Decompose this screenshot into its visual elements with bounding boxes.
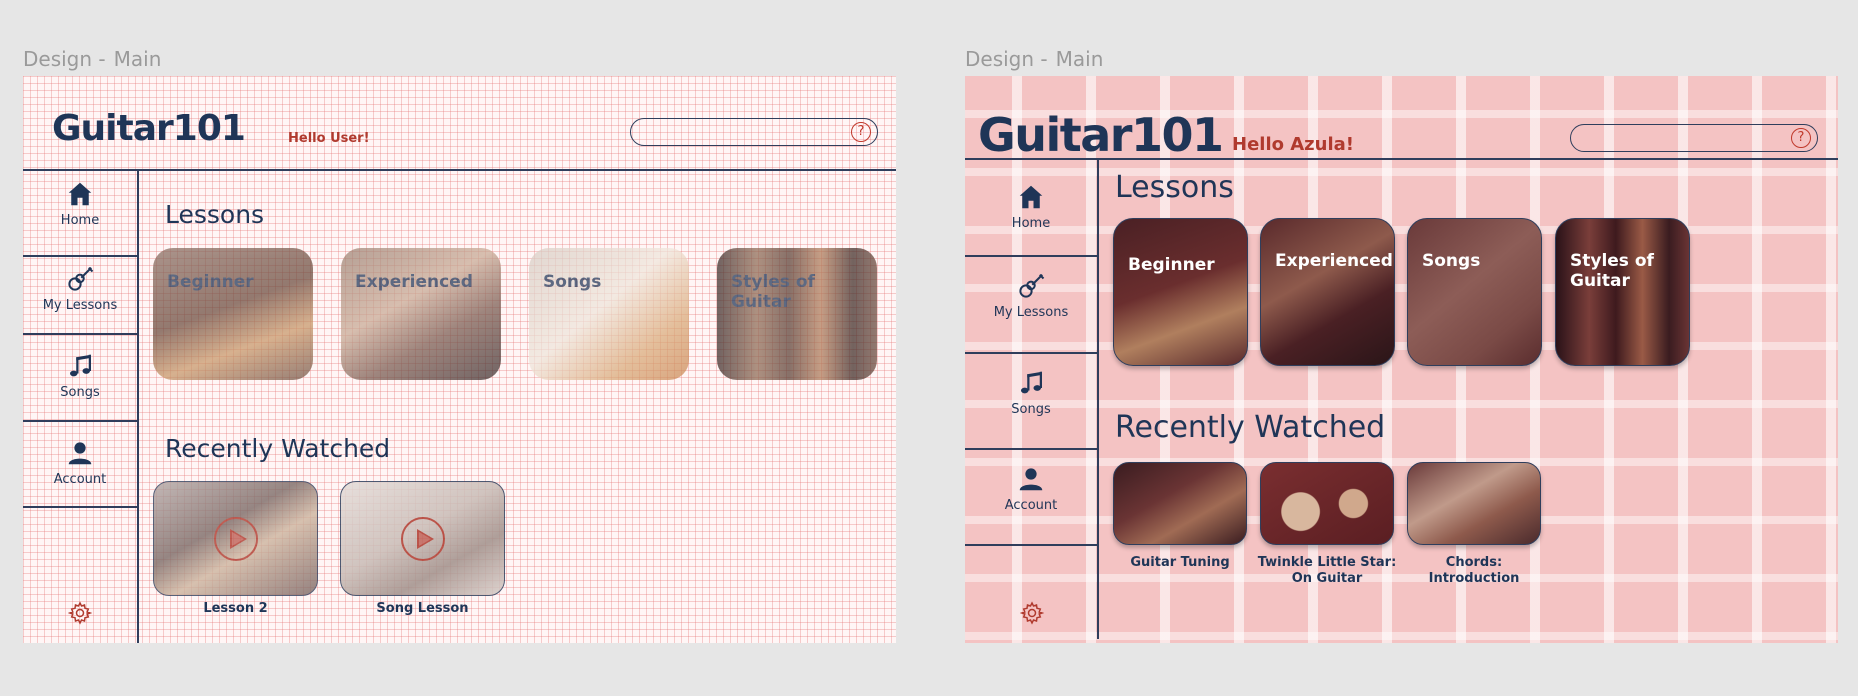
search-input[interactable]: ? — [1570, 124, 1818, 152]
play-icon[interactable] — [400, 516, 445, 561]
lesson-card-label: Styles of Guitar — [731, 272, 815, 312]
frame-label-a: Design - Main — [23, 47, 161, 71]
nav-divider — [23, 420, 137, 422]
lesson-card-label: Beginner — [1128, 255, 1215, 275]
frame-label-name: Main — [1055, 47, 1104, 71]
help-icon[interactable]: ? — [1791, 128, 1811, 148]
app-logo[interactable]: Guitar101 — [52, 108, 246, 149]
recent-video-caption: Guitar Tuning — [1130, 555, 1230, 570]
frame-label-prefix: Design - — [23, 47, 106, 71]
sidebar-item-account[interactable]: Account — [965, 464, 1097, 513]
sidebar-item-my-lessons[interactable]: My Lessons — [965, 271, 1097, 320]
frame-label-name: Main — [113, 47, 162, 71]
lesson-card-label: Experienced — [355, 272, 473, 292]
sidebar-item-label: Account — [53, 472, 107, 487]
app-logo[interactable]: Guitar101 — [978, 108, 1224, 162]
nav-divider — [23, 333, 137, 335]
nav-divider — [965, 255, 1097, 257]
sidebar-item-label: Home — [1011, 216, 1051, 231]
header-divider — [23, 169, 896, 171]
sidebar-item-label: Account — [1004, 498, 1058, 513]
guitar-icon — [1019, 274, 1045, 298]
play-icon[interactable] — [213, 516, 258, 561]
user-icon — [68, 442, 92, 465]
lesson-card-experienced[interactable]: Experienced — [341, 248, 501, 380]
lesson-card-beginner[interactable]: Beginner — [153, 248, 313, 380]
sidebar-item-songs[interactable]: Songs — [965, 368, 1097, 417]
lesson-card-styles[interactable]: Styles of Guitar — [717, 248, 877, 380]
sidebar-item-label: My Lessons — [42, 298, 118, 313]
gear-icon[interactable] — [68, 601, 92, 625]
sidebar-item-label: Home — [60, 213, 100, 228]
lesson-card-beginner[interactable]: Beginner — [1113, 218, 1248, 366]
help-icon[interactable]: ? — [851, 122, 871, 142]
recent-video-card[interactable] — [1260, 462, 1394, 545]
search-input[interactable]: ? — [630, 118, 878, 146]
sidebar-item-label: Songs — [60, 385, 100, 400]
sidebar-divider — [137, 169, 139, 643]
guitar-icon — [68, 267, 94, 291]
greeting-text: Hello Azula! — [1232, 134, 1354, 155]
gear-icon[interactable] — [1020, 601, 1044, 625]
nav-divider — [23, 506, 137, 508]
lesson-card-experienced[interactable]: Experienced — [1260, 218, 1395, 366]
lesson-card-label: Songs — [1422, 251, 1481, 271]
sidebar-item-label: Songs — [1011, 402, 1051, 417]
home-icon — [1019, 185, 1043, 209]
design-frame-final: Guitar101 Hello Azula! ? Home My Lessons… — [965, 76, 1838, 643]
recent-video-card[interactable] — [340, 481, 505, 596]
greeting-text: Hello User! — [288, 131, 370, 146]
sidebar-item-account[interactable]: Account — [23, 438, 137, 487]
user-icon — [1019, 468, 1043, 491]
frame-label-prefix: Design - — [965, 47, 1048, 71]
sidebar-divider — [1097, 158, 1099, 639]
music-note-icon — [1021, 371, 1042, 394]
lesson-card-label: Songs — [543, 272, 602, 292]
sidebar-item-label: My Lessons — [993, 305, 1069, 320]
design-frame-wireframe: Guitar101 Hello User! ? Home My Lessons … — [23, 76, 896, 643]
lessons-title: Lessons — [165, 200, 265, 229]
recently-watched-title: Recently Watched — [1115, 410, 1386, 445]
nav-divider — [23, 255, 137, 257]
music-note-icon — [70, 354, 91, 377]
sidebar-item-home[interactable]: Home — [23, 179, 137, 228]
recent-video-caption: Twinkle Little Star: On Guitar — [1257, 555, 1397, 586]
sidebar-item-songs[interactable]: Songs — [23, 351, 137, 400]
lesson-card-songs[interactable]: Songs — [1407, 218, 1542, 366]
lesson-card-songs[interactable]: Songs — [529, 248, 689, 380]
recent-video-caption: Lesson 2 — [203, 601, 268, 616]
recently-watched-title: Recently Watched — [165, 434, 391, 463]
lesson-card-label: Experienced — [1275, 251, 1393, 271]
nav-divider — [965, 544, 1097, 546]
header-divider — [965, 158, 1838, 160]
recent-video-caption: Chords: Introduction — [1428, 555, 1520, 586]
lesson-card-label: Styles of Guitar — [1570, 251, 1654, 291]
nav-divider — [965, 352, 1097, 354]
recent-video-card[interactable] — [1407, 462, 1541, 545]
sidebar-item-home[interactable]: Home — [965, 182, 1097, 231]
frame-label-b: Design - Main — [965, 47, 1103, 71]
recent-video-caption: Song Lesson — [376, 601, 469, 616]
lesson-card-styles[interactable]: Styles of Guitar — [1555, 218, 1690, 366]
recent-video-card[interactable] — [1113, 462, 1247, 545]
nav-divider — [965, 448, 1097, 450]
recent-video-card[interactable] — [153, 481, 318, 596]
sidebar-item-my-lessons[interactable]: My Lessons — [23, 264, 137, 313]
home-icon — [68, 182, 92, 206]
lessons-title: Lessons — [1115, 170, 1234, 205]
lesson-card-label: Beginner — [167, 272, 254, 292]
